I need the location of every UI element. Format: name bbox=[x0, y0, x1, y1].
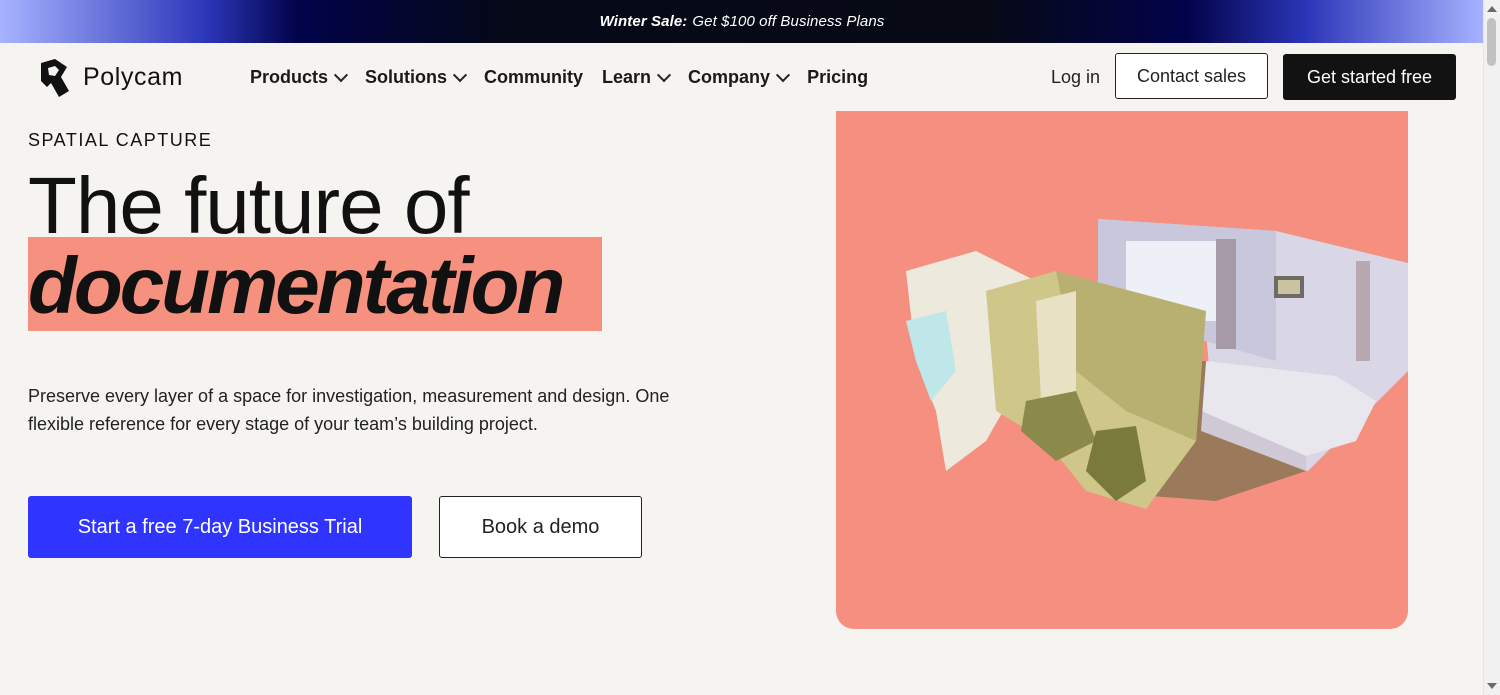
brand-logo-link[interactable]: Polycam bbox=[37, 57, 183, 97]
book-demo-button[interactable]: Book a demo bbox=[439, 496, 642, 558]
login-link[interactable]: Log in bbox=[1051, 67, 1100, 88]
main-nav: Polycam Products Solutions Community Lea… bbox=[0, 43, 1484, 111]
nav-item-label: Learn bbox=[602, 67, 652, 87]
hero-description: Preserve every layer of a space for inve… bbox=[28, 386, 670, 434]
contact-sales-button[interactable]: Contact sales bbox=[1115, 53, 1268, 99]
chevron-down-icon bbox=[656, 67, 672, 82]
polycam-logo-icon bbox=[41, 59, 69, 97]
nav-item-label: Pricing bbox=[807, 67, 869, 87]
nav-item-pricing[interactable]: Pricing bbox=[807, 67, 868, 88]
page-scrollbar[interactable] bbox=[1483, 0, 1500, 695]
nav-item-company[interactable]: Company bbox=[688, 67, 791, 88]
scroll-thumb[interactable] bbox=[1487, 18, 1496, 66]
promo-bold-text: Winter Sale: bbox=[599, 13, 688, 30]
nav-item-solutions[interactable]: Solutions bbox=[365, 67, 468, 88]
chevron-down-icon bbox=[775, 67, 791, 82]
chevron-down-icon bbox=[452, 67, 468, 82]
scroll-down-icon[interactable] bbox=[1487, 683, 1497, 689]
nav-item-label: Company bbox=[688, 67, 771, 87]
nav-item-products[interactable]: Products bbox=[250, 67, 349, 88]
nav-menu: Products Solutions Community Learn Compa… bbox=[250, 67, 887, 88]
nav-item-community[interactable]: Community bbox=[484, 67, 583, 88]
chevron-down-icon bbox=[333, 67, 349, 82]
nav-item-label: Community bbox=[484, 67, 584, 87]
promo-banner[interactable]: Winter Sale: Get $100 off Business Plans bbox=[0, 0, 1484, 43]
get-started-button[interactable]: Get started free bbox=[1283, 54, 1456, 100]
start-trial-button[interactable]: Start a free 7-day Business Trial bbox=[28, 496, 412, 558]
scroll-up-icon[interactable] bbox=[1487, 6, 1497, 12]
brand-name: Polycam bbox=[83, 62, 184, 91]
nav-item-learn[interactable]: Learn bbox=[602, 67, 672, 88]
hero-eyebrow: SPATIAL CAPTURE bbox=[28, 130, 213, 150]
nav-item-label: Products bbox=[250, 67, 329, 87]
hero-title-line2: documentation bbox=[28, 241, 565, 330]
promo-text: Get $100 off Business Plans bbox=[692, 13, 885, 30]
nav-item-label: Solutions bbox=[365, 67, 448, 87]
hero-3d-scan-image bbox=[836, 111, 1408, 629]
